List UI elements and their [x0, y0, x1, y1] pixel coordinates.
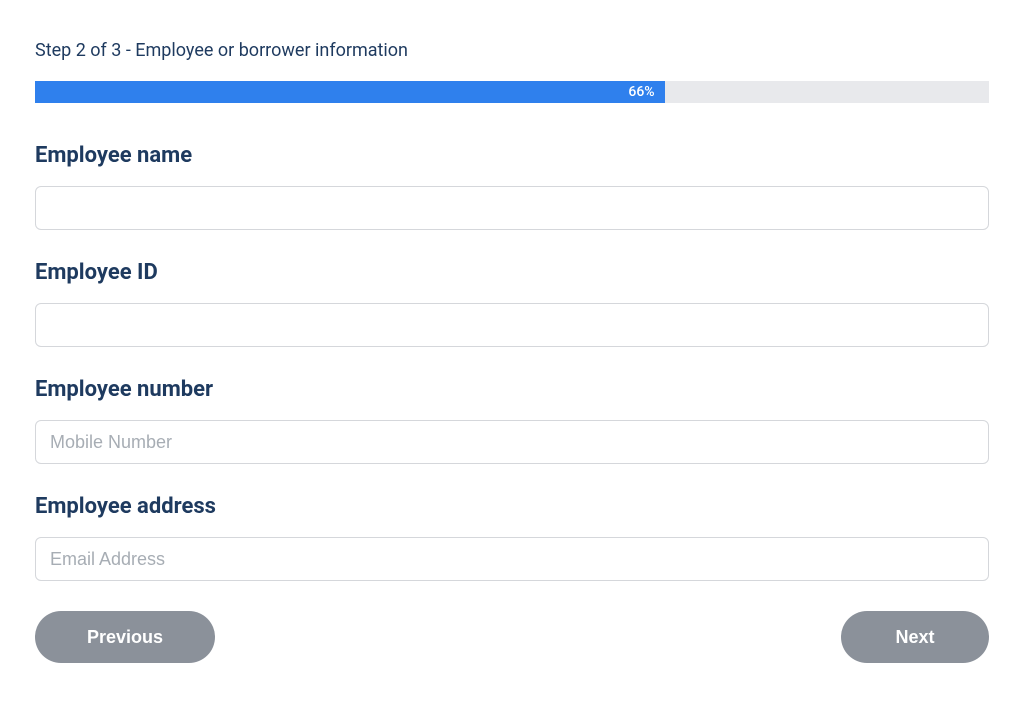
field-employee-name: Employee name [35, 143, 989, 230]
employee-name-label: Employee name [35, 143, 989, 168]
progress-fill: 66% [35, 81, 665, 103]
employee-number-label: Employee number [35, 377, 989, 402]
progress-percent: 66% [628, 84, 654, 100]
progress-bar: 66% [35, 81, 989, 103]
next-button[interactable]: Next [841, 611, 989, 663]
employee-id-label: Employee ID [35, 260, 989, 285]
employee-address-input[interactable] [35, 537, 989, 581]
previous-button[interactable]: Previous [35, 611, 215, 663]
button-row: Previous Next [35, 611, 989, 663]
employee-name-input[interactable] [35, 186, 989, 230]
employee-id-input[interactable] [35, 303, 989, 347]
field-employee-address: Employee address [35, 494, 989, 581]
step-label: Step 2 of 3 - Employee or borrower infor… [35, 40, 989, 61]
field-employee-number: Employee number [35, 377, 989, 464]
employee-number-input[interactable] [35, 420, 989, 464]
field-employee-id: Employee ID [35, 260, 989, 347]
employee-address-label: Employee address [35, 494, 989, 519]
